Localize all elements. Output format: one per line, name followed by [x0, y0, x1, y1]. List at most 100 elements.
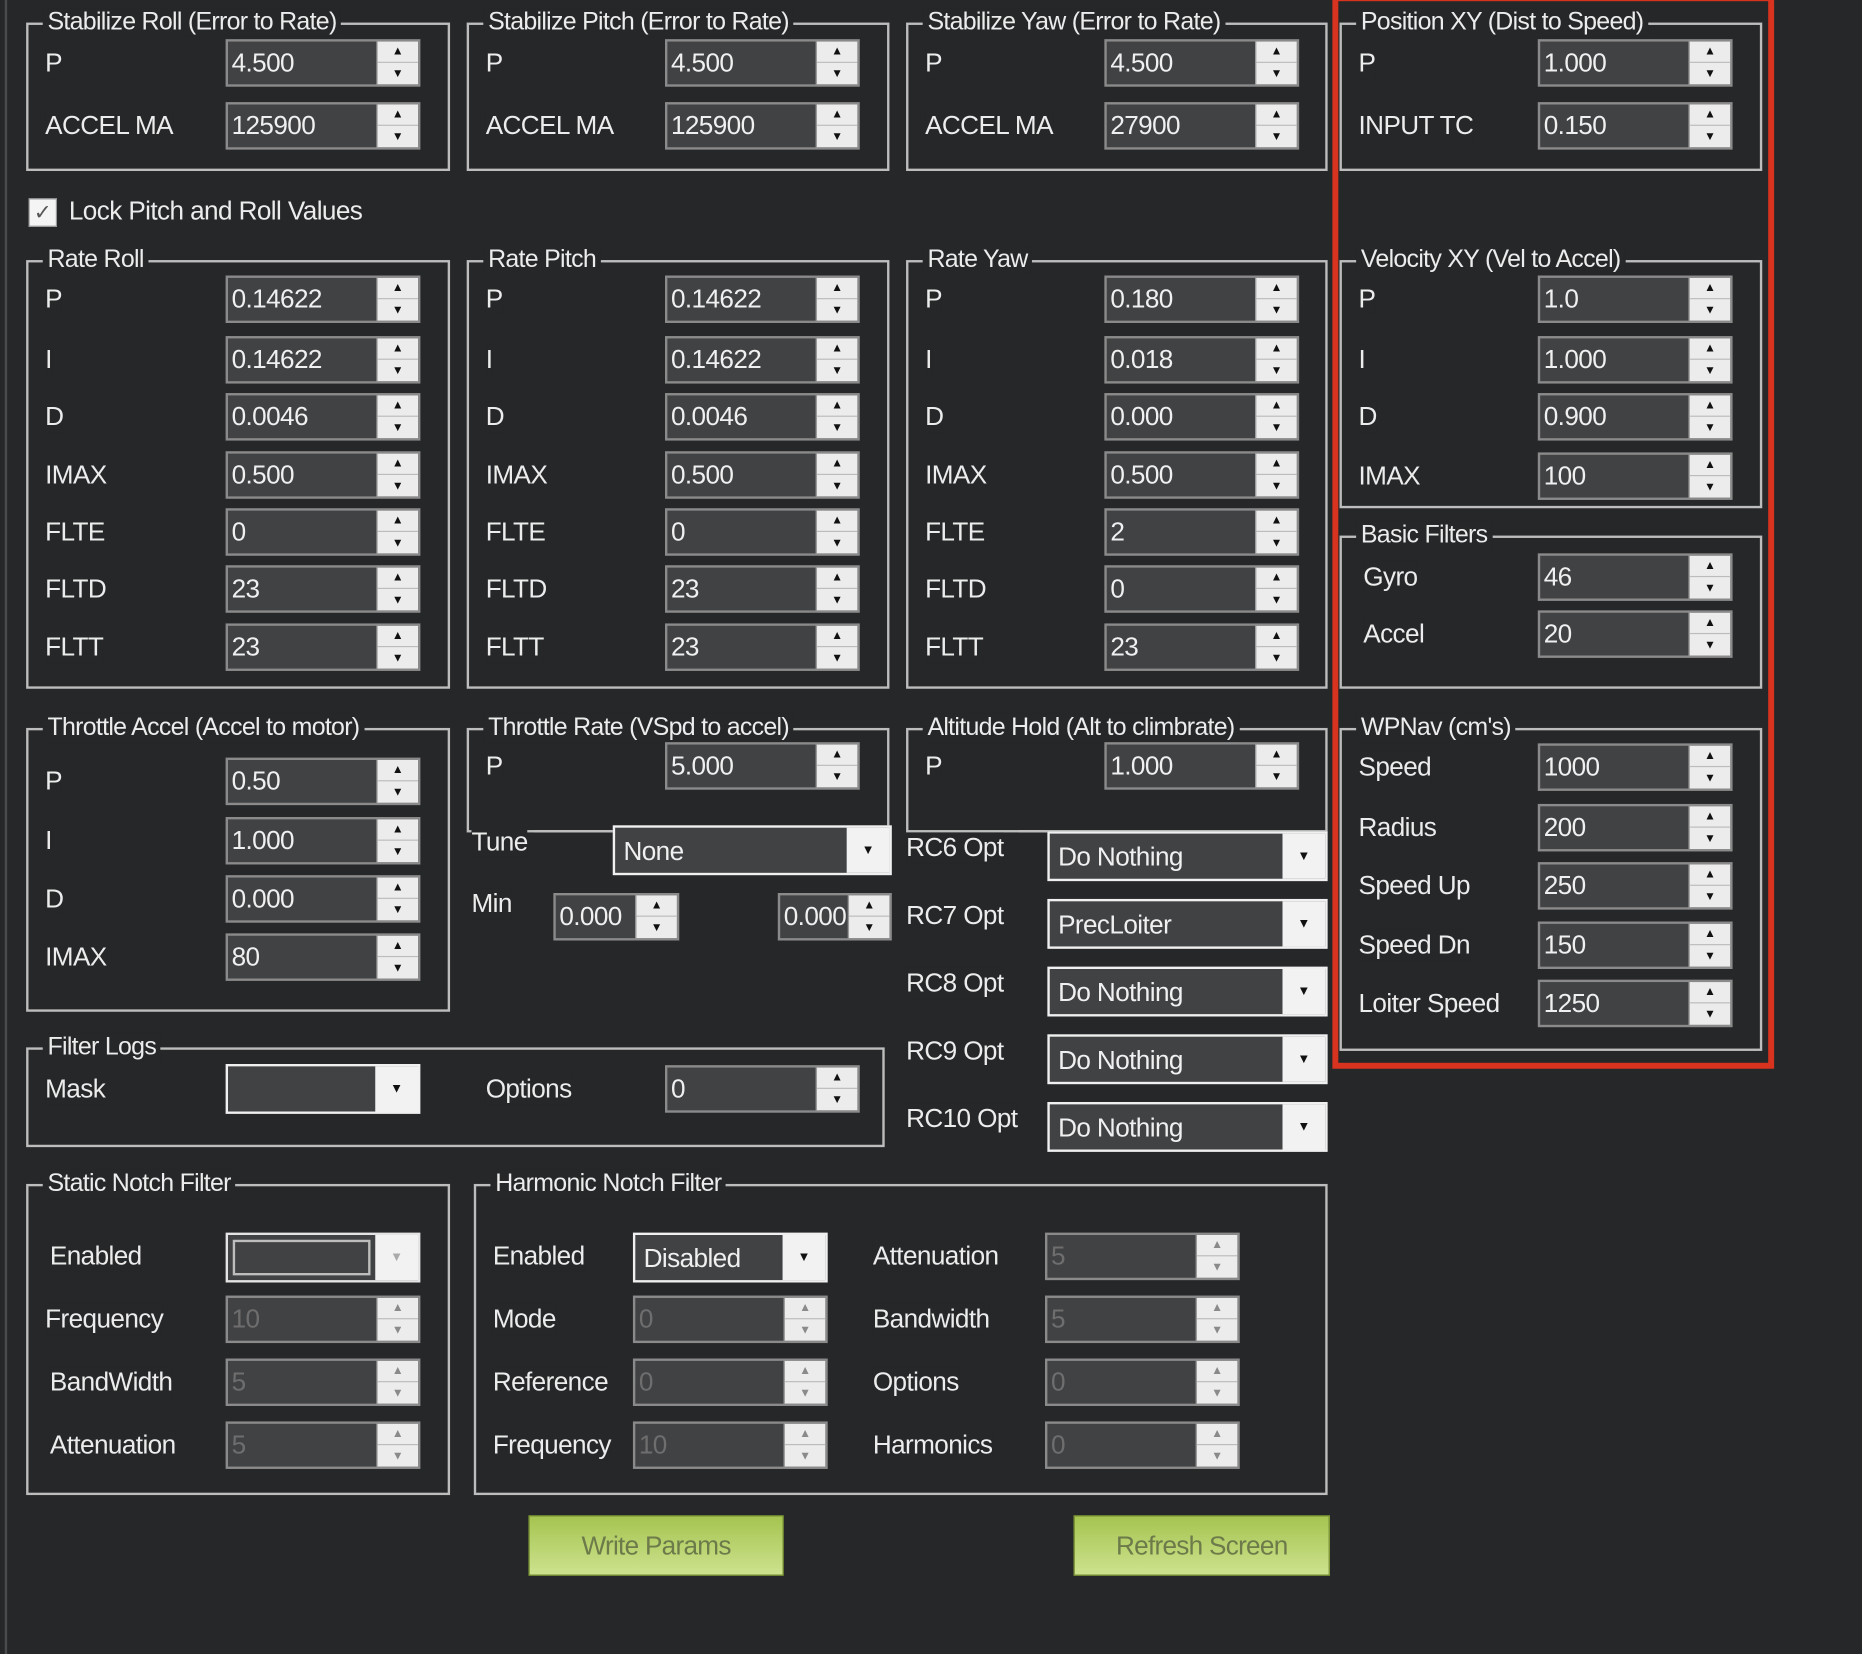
- spin-up-arrow-icon[interactable]: ▲: [377, 819, 418, 841]
- spin-up-arrow-icon[interactable]: ▲: [1689, 42, 1731, 63]
- spin-down-arrow-icon[interactable]: ▼: [378, 360, 418, 381]
- spin-up-arrow-icon[interactable]: ▲: [1256, 454, 1297, 475]
- spin-down-arrow-icon[interactable]: ▼: [817, 126, 857, 147]
- dropdown-arrow-icon[interactable]: ▼: [846, 827, 890, 873]
- rate-pitch-i-input[interactable]: 0.14622 ▲ ▼: [665, 336, 860, 384]
- spin-up-arrow-icon[interactable]: ▲: [1689, 105, 1731, 126]
- stab-roll-p-input[interactable]: 4.500 ▲ ▼: [225, 39, 421, 87]
- rate-yaw-p-input[interactable]: 0.180 ▲ ▼: [1104, 275, 1300, 323]
- rc10-opt-select[interactable]: Do Nothing ▼: [1047, 1102, 1328, 1152]
- spin-up-arrow-icon[interactable]: ▲: [1256, 42, 1297, 63]
- spin-down-arrow-icon[interactable]: ▼: [817, 1089, 857, 1110]
- spin-down-arrow-icon[interactable]: ▼: [1256, 360, 1296, 381]
- spin-down-arrow-icon[interactable]: ▼: [1690, 577, 1730, 598]
- spin-up-arrow-icon[interactable]: ▲: [817, 454, 858, 475]
- stab-pitch-p-input[interactable]: 4.500 ▲ ▼: [665, 39, 860, 87]
- spin-down-arrow-icon[interactable]: ▼: [1256, 299, 1296, 320]
- spin-up-arrow-icon[interactable]: ▲: [817, 105, 858, 126]
- rate-yaw-fltd-input[interactable]: 0 ▲ ▼: [1104, 565, 1300, 613]
- rate-yaw-i-input[interactable]: 0.018 ▲ ▼: [1104, 336, 1300, 384]
- spin-down-arrow-icon[interactable]: ▼: [378, 841, 418, 862]
- spin-down-arrow-icon[interactable]: ▼: [1256, 647, 1296, 668]
- rate-roll-imax-input[interactable]: 0.500 ▲ ▼: [225, 451, 421, 499]
- rc6-opt-select[interactable]: Do Nothing ▼: [1047, 831, 1328, 882]
- rate-yaw-d-input[interactable]: 0.000 ▲ ▼: [1104, 393, 1300, 441]
- rate-roll-p-input[interactable]: 0.14622 ▲ ▼: [225, 275, 421, 323]
- stab-yaw-p-input[interactable]: 4.500 ▲ ▼: [1104, 39, 1300, 87]
- rate-roll-d-input[interactable]: 0.0046 ▲ ▼: [225, 393, 421, 441]
- spin-up-arrow-icon[interactable]: ▲: [817, 395, 858, 417]
- dropdown-arrow-icon[interactable]: ▼: [782, 1235, 826, 1281]
- spin-down-arrow-icon[interactable]: ▼: [1690, 417, 1730, 438]
- dropdown-arrow-icon[interactable]: ▼: [1282, 901, 1326, 947]
- spin-down-arrow-icon[interactable]: ▼: [817, 360, 857, 381]
- rate-roll-fltd-input[interactable]: 23 ▲ ▼: [225, 565, 421, 613]
- tune-max-input[interactable]: 0.000 ▲ ▼: [777, 893, 892, 941]
- rc7-opt-select[interactable]: PrecLoiter ▼: [1047, 898, 1328, 949]
- rate-pitch-flte-input[interactable]: 0 ▲ ▼: [665, 508, 860, 556]
- rate-pitch-d-input[interactable]: 0.0046 ▲ ▼: [665, 393, 860, 441]
- spin-up-arrow-icon[interactable]: ▲: [377, 278, 418, 300]
- wpnav-speed-up-input[interactable]: 250 ▲ ▼: [1537, 862, 1733, 910]
- spin-down-arrow-icon[interactable]: ▼: [1690, 126, 1730, 147]
- dropdown-arrow-icon[interactable]: ▼: [1282, 1036, 1326, 1082]
- throttle-accel-imax-input[interactable]: 80 ▲ ▼: [225, 933, 421, 981]
- spin-down-arrow-icon[interactable]: ▼: [817, 63, 857, 84]
- spin-down-arrow-icon[interactable]: ▼: [378, 781, 418, 802]
- spin-down-arrow-icon[interactable]: ▼: [1256, 766, 1296, 787]
- basic-filters-gyro-input[interactable]: 46 ▲ ▼: [1537, 553, 1733, 601]
- rate-yaw-fltt-input[interactable]: 23 ▲ ▼: [1104, 623, 1300, 671]
- spin-down-arrow-icon[interactable]: ▼: [1690, 828, 1730, 849]
- spin-down-arrow-icon[interactable]: ▼: [1690, 299, 1730, 320]
- spin-up-arrow-icon[interactable]: ▲: [1689, 455, 1731, 477]
- vel-xy-imax-input[interactable]: 100 ▲ ▼: [1537, 452, 1733, 500]
- spin-up-arrow-icon[interactable]: ▲: [817, 568, 858, 589]
- spin-up-arrow-icon[interactable]: ▲: [377, 454, 418, 475]
- spin-down-arrow-icon[interactable]: ▼: [378, 475, 418, 496]
- spin-up-arrow-icon[interactable]: ▲: [1256, 745, 1297, 766]
- spin-up-arrow-icon[interactable]: ▲: [817, 626, 858, 648]
- spin-up-arrow-icon[interactable]: ▲: [377, 105, 418, 126]
- spin-down-arrow-icon[interactable]: ▼: [1690, 1003, 1730, 1024]
- spin-up-arrow-icon[interactable]: ▲: [817, 745, 858, 766]
- rc8-opt-select[interactable]: Do Nothing ▼: [1047, 966, 1328, 1017]
- spin-up-arrow-icon[interactable]: ▲: [1689, 395, 1731, 417]
- wpnav-speed-dn-input[interactable]: 150 ▲ ▼: [1537, 921, 1733, 969]
- vel-xy-p-input[interactable]: 1.0 ▲ ▼: [1537, 275, 1733, 323]
- spin-up-arrow-icon[interactable]: ▲: [1689, 865, 1731, 886]
- spin-down-arrow-icon[interactable]: ▼: [817, 417, 857, 438]
- tune-select[interactable]: None ▼: [612, 825, 892, 876]
- spin-down-arrow-icon[interactable]: ▼: [817, 299, 857, 320]
- spin-up-arrow-icon[interactable]: ▲: [849, 895, 890, 917]
- rate-pitch-fltt-input[interactable]: 23 ▲ ▼: [665, 623, 860, 671]
- spin-down-arrow-icon[interactable]: ▼: [817, 589, 857, 610]
- spin-up-arrow-icon[interactable]: ▲: [377, 878, 418, 899]
- stab-roll-accel-ma-input[interactable]: 125900 ▲ ▼: [225, 102, 421, 150]
- stab-pitch-accel-ma-input[interactable]: 125900 ▲ ▼: [665, 102, 860, 150]
- write-params-button[interactable]: Write Params: [528, 1515, 784, 1576]
- spin-down-arrow-icon[interactable]: ▼: [817, 532, 857, 553]
- rate-pitch-fltd-input[interactable]: 23 ▲ ▼: [665, 565, 860, 613]
- spin-down-arrow-icon[interactable]: ▼: [378, 126, 418, 147]
- filter-logs-options-input[interactable]: 0 ▲ ▼: [665, 1065, 860, 1113]
- spin-up-arrow-icon[interactable]: ▲: [377, 936, 418, 958]
- harmonic-notch-enabled-select[interactable]: Disabled ▼: [632, 1232, 828, 1283]
- spin-up-arrow-icon[interactable]: ▲: [1256, 626, 1297, 648]
- spin-up-arrow-icon[interactable]: ▲: [1689, 613, 1731, 635]
- spin-down-arrow-icon[interactable]: ▼: [378, 532, 418, 553]
- spin-up-arrow-icon[interactable]: ▲: [1256, 395, 1297, 417]
- spin-down-arrow-icon[interactable]: ▼: [1690, 476, 1730, 497]
- spin-up-arrow-icon[interactable]: ▲: [1256, 511, 1297, 532]
- wpnav-speed-input[interactable]: 1000 ▲ ▼: [1537, 743, 1733, 791]
- spin-up-arrow-icon[interactable]: ▲: [817, 1068, 858, 1089]
- spin-down-arrow-icon[interactable]: ▼: [378, 957, 418, 978]
- throttle-accel-p-input[interactable]: 0.50 ▲ ▼: [225, 757, 421, 806]
- spin-up-arrow-icon[interactable]: ▲: [377, 760, 418, 782]
- rate-pitch-p-input[interactable]: 0.14622 ▲ ▼: [665, 275, 860, 323]
- spin-down-arrow-icon[interactable]: ▼: [378, 63, 418, 84]
- spin-up-arrow-icon[interactable]: ▲: [1689, 924, 1731, 946]
- rate-roll-flte-input[interactable]: 0 ▲ ▼: [225, 508, 421, 556]
- stab-yaw-accel-ma-input[interactable]: 27900 ▲ ▼: [1104, 102, 1300, 150]
- spin-up-arrow-icon[interactable]: ▲: [1256, 105, 1297, 126]
- spin-down-arrow-icon[interactable]: ▼: [1690, 63, 1730, 84]
